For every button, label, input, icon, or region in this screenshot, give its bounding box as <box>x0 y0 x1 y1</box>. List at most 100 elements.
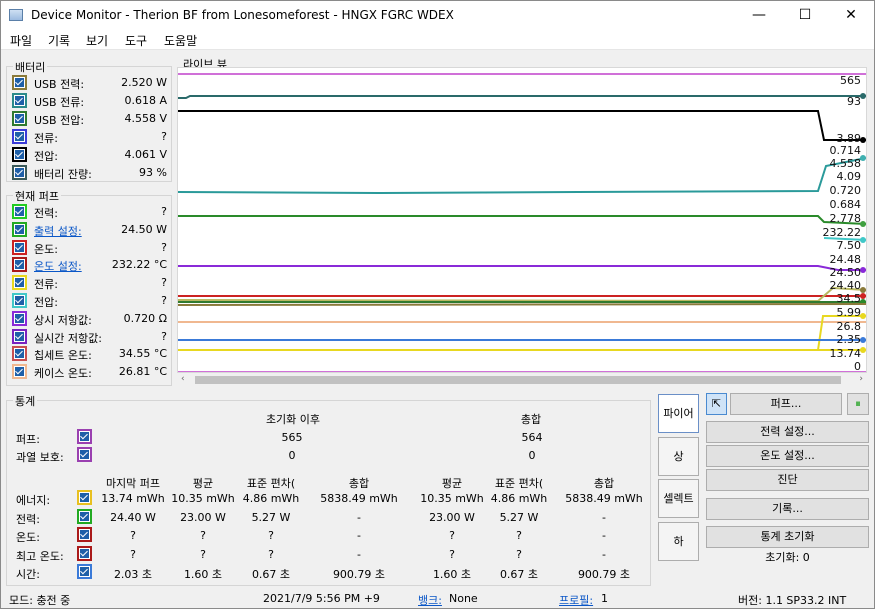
puff-series-checkbox[interactable] <box>12 328 27 344</box>
stats-top-checkbox[interactable] <box>77 447 92 462</box>
tab-fire[interactable]: 파이어 <box>658 394 699 433</box>
menu-bar: 파일 기록 보기 도구 도움말 <box>1 30 874 50</box>
trace-line <box>178 95 866 99</box>
stats-row-label: 최고 온도: <box>16 549 64 563</box>
log-button[interactable]: 기록... <box>706 498 869 520</box>
puff-series-checkbox[interactable] <box>12 257 27 273</box>
battery-series-checkbox[interactable] <box>12 165 27 180</box>
puff-row-link[interactable]: 온도 설정: <box>34 258 82 274</box>
live-value-label: 2.778 <box>830 212 862 225</box>
check-icon <box>15 313 24 323</box>
battery-row: 배터리 잔량: 93 % <box>12 165 167 182</box>
battery-series-checkbox[interactable] <box>12 111 27 126</box>
stats-column-header: 표준 편차( <box>246 477 296 490</box>
battery-series-checkbox[interactable] <box>12 147 27 162</box>
live-value-label: 13.74 <box>830 347 862 360</box>
stats-cell: - <box>357 529 361 542</box>
live-value-label: 4.558 <box>830 157 862 170</box>
menu-tools[interactable]: 도구 <box>125 32 147 49</box>
battery-row-value: 4.558 V <box>124 112 167 125</box>
stats-row-label: 에너지: <box>16 494 51 507</box>
stats-top-checkbox[interactable] <box>77 429 92 444</box>
stats-cell: 5838.49 mWh <box>565 492 643 505</box>
stats-top-total: 0 <box>528 449 536 462</box>
menu-file[interactable]: 파일 <box>10 32 32 49</box>
tab-select[interactable]: 셀렉트 <box>658 479 699 518</box>
diagnose-button[interactable]: 진단 <box>706 469 869 491</box>
stats-reset-button[interactable]: 통계 초기화 <box>706 526 869 548</box>
menu-log[interactable]: 기록 <box>48 32 70 49</box>
check-icon <box>80 432 89 441</box>
scroll-left-icon[interactable]: ‹ <box>181 374 185 384</box>
stats-row-label: 전력: <box>16 512 40 526</box>
menu-help[interactable]: 도움말 <box>164 32 197 49</box>
check-icon <box>15 78 24 87</box>
live-plot-svg: 565933.890.7144.5584.090.7200.6842.77823… <box>177 73 867 373</box>
battery-row-label: 전류: <box>34 132 58 145</box>
tab-down[interactable]: 하 <box>658 522 699 561</box>
menu-view[interactable]: 보기 <box>86 32 108 49</box>
battery-series-checkbox[interactable] <box>12 93 27 108</box>
stats-top-label: 퍼프: <box>16 433 40 446</box>
puff-series-checkbox[interactable] <box>12 364 27 380</box>
puff-row: 전력: ? <box>12 204 167 221</box>
check-icon <box>15 96 24 105</box>
power-settings-button[interactable]: 전력 설정... <box>706 421 869 443</box>
stats-cell: 5.27 W <box>251 510 291 524</box>
check-icon <box>15 331 24 341</box>
scroll-thumb[interactable] <box>195 376 841 384</box>
puff-row: 온도: ? <box>12 239 167 257</box>
live-value-label: 93 <box>847 95 861 108</box>
stats-cell: 5838.49 mWh <box>320 492 398 505</box>
cursor-button[interactable]: ⇱ <box>706 393 727 415</box>
minimize-button[interactable]: — <box>736 1 782 30</box>
battery-group-title: 배터리 <box>13 59 48 75</box>
stats-cell: ? <box>516 547 522 561</box>
battery-row: 전류: ? <box>12 129 167 146</box>
battery-series-checkbox[interactable] <box>12 75 27 90</box>
puff-series-checkbox[interactable] <box>12 221 27 237</box>
trace-line <box>178 110 866 141</box>
tab-up[interactable]: 상 <box>658 437 699 476</box>
bank-link[interactable]: 뱅크: <box>418 592 442 608</box>
check-icon <box>15 132 24 141</box>
battery-row-label: 전압: <box>34 150 58 163</box>
stats-cell: 5.27 W <box>499 510 539 524</box>
check-icon <box>15 168 24 177</box>
puff-series-checkbox[interactable] <box>12 275 27 291</box>
live-value-label: 232.22 <box>823 226 862 239</box>
live-view-group: 라이브 뷰 565 93 3.89 0.714 4.558 4.09 0.720 0.684 2… <box>173 56 871 389</box>
scroll-right-icon[interactable]: › <box>859 374 863 384</box>
puff-series-checkbox[interactable] <box>12 204 27 219</box>
close-button[interactable]: ✕ <box>828 1 874 30</box>
live-value-label: 0.720 <box>830 184 862 197</box>
live-value-label: 0.684 <box>830 198 862 211</box>
maximize-button[interactable]: ☐ <box>782 1 828 30</box>
status-mode: 모드: 충전 중 <box>9 594 71 607</box>
puff-row: 실시간 저항값: ? <box>12 328 167 346</box>
puff-row-link[interactable]: 출력 설정: <box>34 223 82 239</box>
puff-row-value: ? <box>161 329 167 343</box>
stats-cell: 4.86 mWh <box>242 492 300 505</box>
stats-top-label: 과열 보호: <box>16 451 64 464</box>
puff-series-checkbox[interactable] <box>12 310 27 326</box>
puff-series-checkbox[interactable] <box>12 346 27 362</box>
puff-series-checkbox[interactable] <box>12 293 27 308</box>
plot-scrollbar[interactable]: ‹ › <box>177 373 867 387</box>
battery-row-label: USB 전압: <box>34 114 85 127</box>
stats-column-header: 표준 편차( <box>494 477 544 490</box>
puff-row: 전압: ? <box>12 293 167 310</box>
puff-series-checkbox[interactable] <box>12 239 27 255</box>
temp-settings-button[interactable]: 온도 설정... <box>706 445 869 467</box>
profile-value: 1 <box>601 592 608 605</box>
pause-button[interactable]: ⏸ <box>847 393 869 415</box>
stats-cell: - <box>357 547 361 561</box>
live-value-label: 24.48 <box>830 253 862 266</box>
live-value-label: 26.8 <box>837 320 862 333</box>
profile-link[interactable]: 프로필: <box>559 592 593 608</box>
check-icon <box>15 114 24 123</box>
stats-total-header: 총합 <box>520 413 542 426</box>
puff-button[interactable]: 퍼프... <box>730 393 842 415</box>
puff-row: 전류: ? <box>12 275 167 292</box>
battery-series-checkbox[interactable] <box>12 129 27 144</box>
